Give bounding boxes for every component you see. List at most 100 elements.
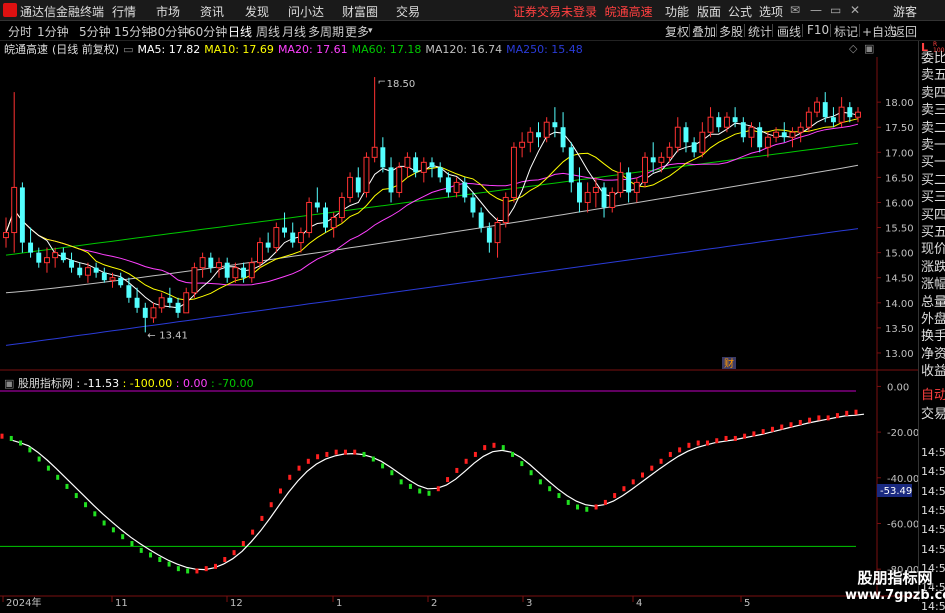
dropdown-icon[interactable]: ▭ — [123, 43, 133, 56]
ma10-value: MA10: 17.69 — [204, 43, 274, 56]
guest-label[interactable]: 游客 — [893, 3, 917, 20]
tab-5min[interactable]: 5分钟 — [79, 23, 111, 40]
candle-body-up — [855, 111, 861, 118]
indicator-bar — [752, 431, 756, 437]
menu-gongshi[interactable]: 公式 — [728, 3, 752, 20]
side-item-12: 涨跌 — [921, 259, 945, 275]
tab-60min[interactable]: 60分钟 — [188, 23, 227, 40]
candle-body-down — [740, 122, 746, 138]
stock-name: 皖通高速 — [4, 43, 48, 56]
more-chevron-icon[interactable]: ▾ — [368, 26, 373, 36]
divider — [689, 24, 690, 37]
tab-1min[interactable]: 1分钟 — [37, 23, 69, 40]
time-tick-label: 4 — [636, 598, 642, 609]
indicator-bar — [56, 474, 60, 480]
menu-gongneng[interactable]: 功能 — [665, 3, 689, 20]
draw-line-button[interactable]: 画线 — [777, 23, 801, 40]
price-axis: 18.00 17.50 17.00 16.50 16.00 15.50 15.00 14.50… — [877, 98, 914, 360]
close-icon[interactable]: ✕ — [850, 3, 860, 17]
indicator-bar — [817, 415, 821, 421]
candle-body-up — [502, 196, 509, 224]
side-item-19[interactable]: 自动 — [921, 384, 945, 403]
indicator-bar — [334, 449, 338, 455]
message-icon[interactable]: ✉ — [790, 3, 800, 17]
candle-body-up — [257, 242, 263, 264]
indicator-value-4: : -70.00 — [210, 377, 254, 390]
diamond-icon[interactable]: ◇ — [849, 42, 857, 55]
f10-button[interactable]: F10 — [807, 23, 829, 37]
candle-body-down — [60, 252, 66, 261]
indicator-bar — [353, 449, 357, 455]
menu-banmian[interactable]: 版面 — [697, 3, 721, 20]
indicator-bar — [325, 451, 329, 457]
candle-body-up — [494, 222, 501, 244]
tab-fenshi[interactable]: 分时 — [8, 23, 32, 40]
candle-body-down — [445, 177, 451, 193]
tab-weekly[interactable]: 周线 — [256, 23, 280, 40]
trade-login-warning[interactable]: 证券交易未登录 皖通高速 — [513, 3, 653, 20]
indicator-menu-icon[interactable]: ▣ — [4, 377, 14, 390]
ma120-value: MA120: 16.74 — [425, 43, 503, 56]
candle-body-up — [44, 257, 50, 264]
candle-body-up — [707, 116, 714, 133]
candle-body-up — [52, 252, 59, 259]
fuquan-button[interactable]: 复权 — [665, 23, 689, 40]
statistics-button[interactable]: 统计 — [748, 23, 772, 40]
menu-hangqing[interactable]: 行情 — [112, 3, 136, 20]
indicator-bar — [854, 409, 858, 415]
tab-daily[interactable]: 日线 — [228, 23, 252, 40]
menu-shichang[interactable]: 市场 — [156, 3, 180, 20]
candle-body-down — [241, 267, 247, 278]
indicator-bar — [650, 465, 654, 471]
candle-body-up — [453, 181, 460, 193]
candle-body-down — [601, 187, 607, 208]
side-item-20[interactable]: 交易 — [921, 403, 945, 422]
candle-body-up — [420, 161, 427, 173]
indicator-bar — [418, 488, 422, 494]
indicator-bar — [622, 486, 626, 492]
indicator-bar — [399, 479, 403, 485]
app-logo-icon — [3, 3, 17, 17]
candle-body-up — [642, 156, 648, 183]
event-marker-box[interactable] — [722, 357, 736, 369]
indicator-bar — [492, 442, 496, 448]
candle-body-down — [781, 132, 787, 138]
panel-toggle-icon[interactable]: ▣ — [864, 42, 874, 55]
candle-body-up — [216, 262, 222, 269]
tab-monthly[interactable]: 月线 — [282, 23, 306, 40]
menu-xuanxiang[interactable]: 选项 — [759, 3, 783, 20]
menu-wenxiaoda[interactable]: 问小达 — [288, 3, 324, 20]
event-marker[interactable]: 财 — [724, 357, 734, 370]
menu-caifuquan[interactable]: 财富圈 — [342, 3, 378, 20]
side-item-4: 卖二 — [921, 120, 945, 136]
candle-body-down — [437, 167, 443, 178]
minimize-icon[interactable]: — — [810, 3, 822, 17]
tab-multi-period[interactable]: 多周期 — [308, 23, 344, 40]
stock-info-line: 皖通高速 (日线 前复权) ▭ MA5: 17.82 MA10: 17.69 MA20: … — [0, 41, 587, 57]
time-tick-label: 12 — [230, 598, 243, 609]
candle-body-up — [666, 146, 673, 158]
indicator-bar — [121, 534, 125, 540]
candle-body-down — [101, 272, 107, 281]
side-item-0: 委比 — [921, 51, 945, 66]
candle-body-up — [396, 166, 403, 193]
indicator-bar — [743, 433, 747, 439]
menu-jiaoyi[interactable]: 交易 — [396, 3, 420, 20]
restore-icon[interactable]: ▭ — [830, 3, 841, 17]
indicator-current-value: -53.49 — [877, 484, 912, 497]
multi-stock-button[interactable]: 多股 — [719, 23, 743, 40]
chart-mode: (日线 前复权) — [52, 43, 120, 56]
tab-more[interactable]: 更多 — [345, 23, 369, 40]
candle-body-up — [789, 131, 796, 138]
indicator-bar — [84, 502, 88, 508]
mark-button[interactable]: 标记 — [834, 23, 858, 40]
menu-zixun[interactable]: 资讯 — [200, 3, 224, 20]
indicator-bar — [705, 440, 709, 446]
tab-15min[interactable]: 15分钟 — [114, 23, 153, 40]
menu-faxian[interactable]: 发现 — [245, 3, 269, 20]
candle-body-down — [536, 132, 541, 138]
indicator-bar — [594, 504, 598, 510]
tab-30min[interactable]: 30分钟 — [150, 23, 189, 40]
overlay-button[interactable]: 叠加 — [692, 23, 716, 40]
back-button[interactable]: 返回 — [893, 23, 917, 40]
